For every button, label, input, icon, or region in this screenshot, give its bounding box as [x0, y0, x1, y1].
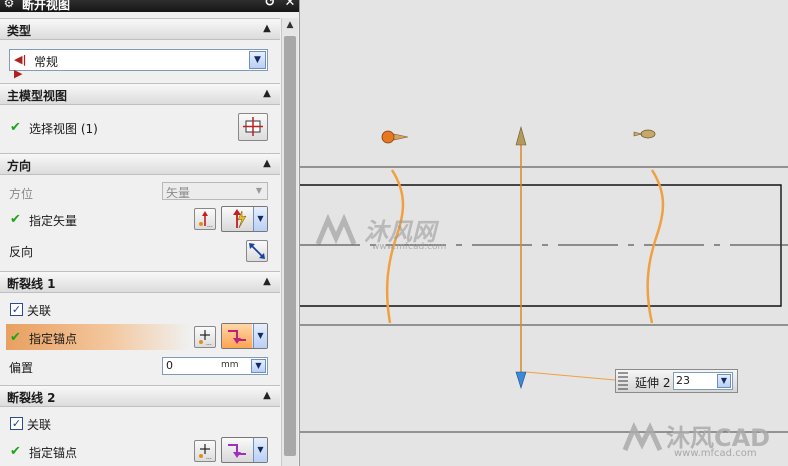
reverse-direction-button[interactable] [246, 240, 268, 262]
watermark-center: 沐风网 www.mfcad.com [312, 212, 482, 256]
inferred-vector-icon [233, 209, 247, 229]
anchor-handle-2 [640, 129, 656, 139]
chevron-down-icon[interactable]: ▼ [249, 51, 266, 69]
watermark-corner: 沐风CAD www.mfcad.com [622, 418, 788, 466]
associative-label-2: 关联 [27, 418, 52, 432]
chevron-down-icon[interactable]: ▼ [253, 324, 267, 348]
extension-leader [525, 371, 616, 381]
associative-checkbox-2[interactable]: ✓ [10, 417, 23, 430]
section-type-header[interactable]: 类型 ▲ [0, 18, 280, 40]
anchor-point-split-button-2[interactable]: ▼ [221, 437, 268, 463]
reverse-label: 反向 [9, 245, 34, 259]
chevron-down-icon[interactable]: ▼ [253, 438, 267, 462]
gear-icon[interactable]: ⚙ [2, 0, 16, 10]
svg-text:...: ... [207, 222, 213, 229]
anchor-handle-1 [381, 130, 395, 144]
direction-arrow-up [515, 125, 527, 146]
section-direction-header[interactable]: 方向 ▲ [0, 153, 280, 175]
section-break2-label: 断裂线 2 [7, 391, 56, 405]
anchor-point-split-button-1[interactable]: ▼ [221, 323, 268, 349]
anchor-handle-1-tip [393, 133, 409, 141]
anchor-point-icon [228, 330, 246, 344]
extension-label: 延伸 2 [635, 376, 671, 390]
inferred-vector-button[interactable] [222, 207, 252, 231]
checkmark-icon: ✔ [10, 444, 21, 459]
anchor-point-button-1[interactable] [222, 324, 252, 348]
anchor-point-button-2[interactable] [222, 438, 252, 462]
svg-text:...: ... [206, 454, 212, 461]
reset-button[interactable]: ↺ [262, 0, 278, 11]
close-button[interactable]: ✕ [282, 0, 298, 11]
break-line-2 [646, 169, 665, 324]
vector-constructor-icon: ... [199, 211, 213, 229]
drag-handle[interactable] [618, 372, 628, 390]
section-master-label: 主模型视图 [7, 89, 68, 103]
collapse-chevron-up-icon[interactable]: ▲ [260, 87, 274, 101]
chevron-down-icon[interactable]: ▼ [717, 374, 731, 388]
extension-value: 23 [676, 374, 690, 387]
point-constructor-icon: ... [199, 444, 212, 461]
checkmark-icon: ✔ [10, 120, 21, 135]
watermark-logo-icon [315, 214, 357, 245]
section-break1-header[interactable]: 断裂线 1 ▲ [0, 271, 280, 293]
select-view-button[interactable] [238, 113, 268, 141]
scrollbar-thumb[interactable] [284, 36, 296, 456]
break-view-dialog: ⚙ 断开视图 ↺ ✕ ▲ 类型 ▲ ◀|▶ 常规 ▼ 主模型视图 ▲ ✔ 选择视… [0, 0, 300, 466]
watermark-corner-url: www.mfcad.com [674, 448, 757, 459]
collapse-chevron-up-icon[interactable]: ▲ [260, 157, 274, 171]
checkmark-icon: ✔ [10, 330, 21, 345]
anchor-handle-2-tip [633, 131, 643, 137]
checkmark-icon: ✔ [10, 212, 21, 227]
orientation-dropdown-value: 矢量 [166, 186, 191, 200]
anchor-point-icon [228, 444, 246, 458]
chevron-down-icon[interactable]: ▼ [251, 359, 266, 373]
select-view-label: 选择视图 (1) [29, 122, 98, 136]
anchor-label-2: 指定锚点 [29, 446, 78, 460]
app-root: ⚙ 断开视图 ↺ ✕ ▲ 类型 ▲ ◀|▶ 常规 ▼ 主模型视图 ▲ ✔ 选择视… [0, 0, 788, 466]
chevron-down-icon[interactable]: ▼ [253, 207, 267, 231]
reverse-direction-icon [249, 243, 265, 259]
inferred-vector-split-button[interactable]: ▼ [221, 206, 268, 232]
dialog-scrollbar[interactable]: ▲ [281, 18, 298, 466]
collapse-chevron-up-icon[interactable]: ▲ [260, 275, 274, 289]
dialog-titlebar[interactable]: ⚙ 断开视图 ↺ ✕ [0, 0, 299, 12]
section-type-label: 类型 [7, 24, 32, 38]
extension-input[interactable]: 23 ▼ [673, 372, 733, 390]
type-dropdown-value: 常规 [34, 55, 59, 69]
collapse-chevron-up-icon[interactable]: ▲ [260, 22, 274, 36]
associative-label-1: 关联 [27, 304, 52, 318]
svg-text:...: ... [206, 340, 212, 347]
point-constructor-icon: ... [199, 330, 212, 347]
section-master-header[interactable]: 主模型视图 ▲ [0, 83, 280, 105]
chevron-down-icon: ▼ [255, 186, 263, 195]
offset-value: 0 [166, 359, 173, 372]
vector-label: 指定矢量 [29, 214, 78, 228]
scroll-up-icon[interactable]: ▲ [284, 20, 296, 32]
offset-unit: mm [221, 360, 239, 370]
section-break1-label: 断裂线 1 [7, 277, 56, 291]
direction-arrow-down [515, 371, 527, 390]
associative-checkbox-1[interactable]: ✓ [10, 303, 23, 316]
vector-dialog-button[interactable]: ... [194, 208, 216, 230]
view-select-icon [243, 117, 263, 136]
offset-label: 偏置 [9, 361, 34, 375]
type-dropdown[interactable]: ◀|▶ 常规 ▼ [9, 49, 268, 80]
break-view-icon: ◀|▶ [14, 53, 27, 80]
watermark-logo-icon [622, 422, 663, 452]
anchor-label-1: 指定锚点 [29, 332, 78, 346]
dialog-title: 断开视图 [22, 0, 71, 12]
point-dialog-button-2[interactable]: ... [194, 440, 216, 462]
collapse-chevron-up-icon[interactable]: ▲ [260, 389, 274, 403]
offset-input[interactable]: 0 mm ▼ [162, 357, 268, 375]
orientation-dropdown: 矢量 ▼ [162, 182, 268, 200]
extension-input-box[interactable]: 延伸 2 23 ▼ [615, 369, 738, 393]
section-direction-label: 方向 [7, 159, 32, 173]
section-break2-header[interactable]: 断裂线 2 ▲ [0, 385, 280, 407]
orientation-label: 方位 [9, 187, 34, 201]
watermark-url: www.mfcad.com [372, 242, 447, 252]
point-dialog-button-1[interactable]: ... [194, 326, 216, 348]
